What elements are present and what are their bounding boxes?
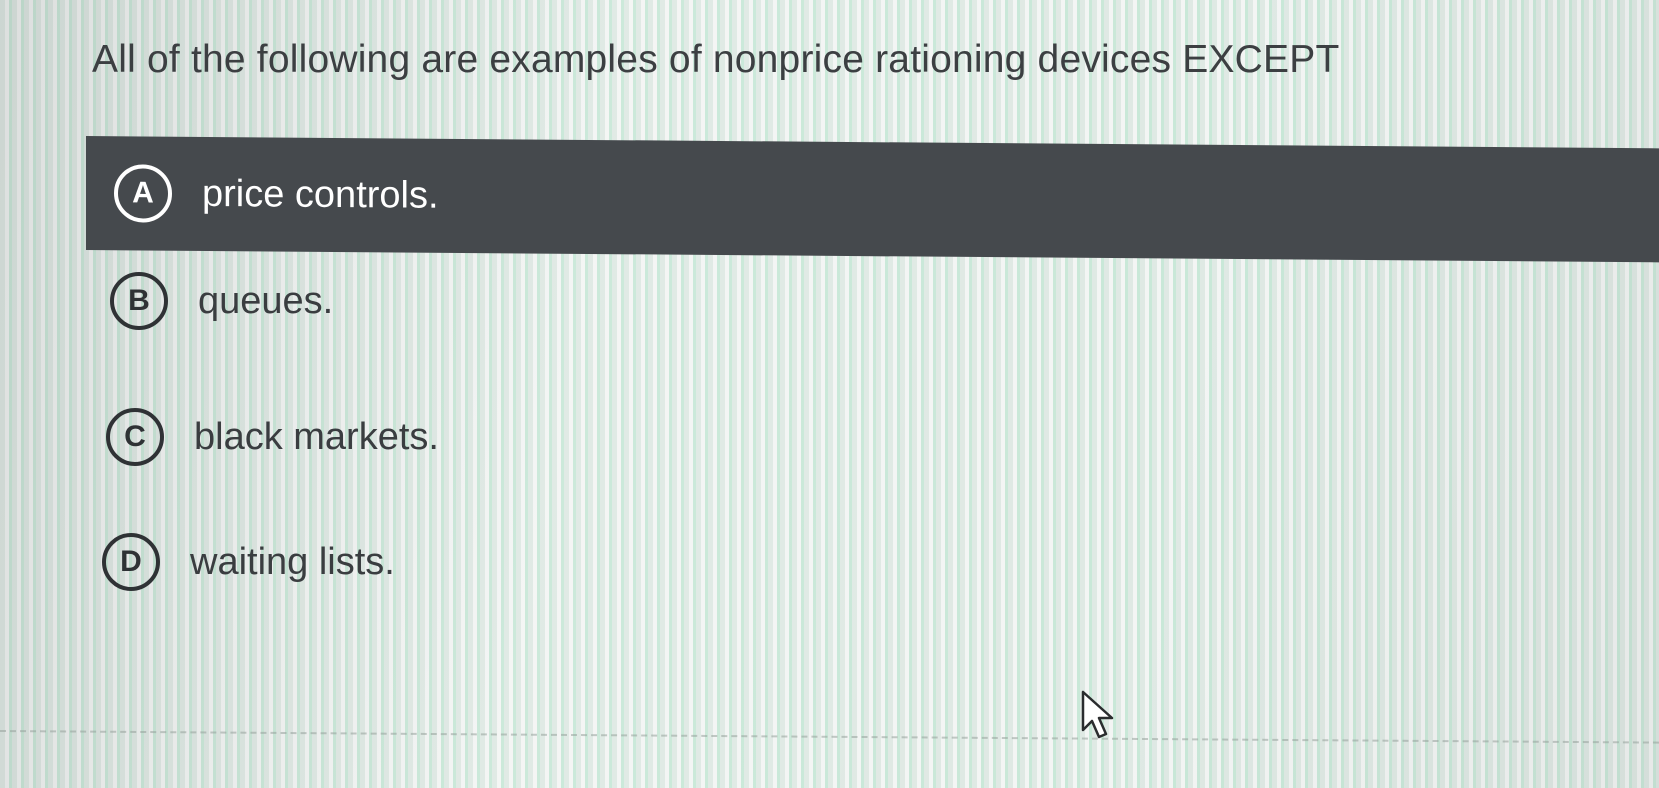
option-b-letter-badge: B [110,272,168,330]
mouse-pointer-icon [1081,690,1114,739]
option-b-text: queues. [198,279,334,322]
answer-option-b[interactable]: B queues. [110,272,333,330]
option-c-letter-badge: C [106,408,164,466]
option-d-text: waiting lists. [190,540,395,583]
answer-option-d[interactable]: D waiting lists. [102,533,395,591]
section-divider [0,730,1659,744]
answer-option-a[interactable]: A price controls. [86,136,1659,263]
option-a-text: price controls. [202,172,439,217]
question-text: All of the following are examples of non… [92,38,1340,81]
option-a-letter-badge: A [114,164,172,223]
option-d-letter-badge: D [102,533,160,591]
answer-option-c[interactable]: C black markets. [106,408,439,466]
screen-glare [0,0,1659,788]
option-c-text: black markets. [194,415,439,458]
